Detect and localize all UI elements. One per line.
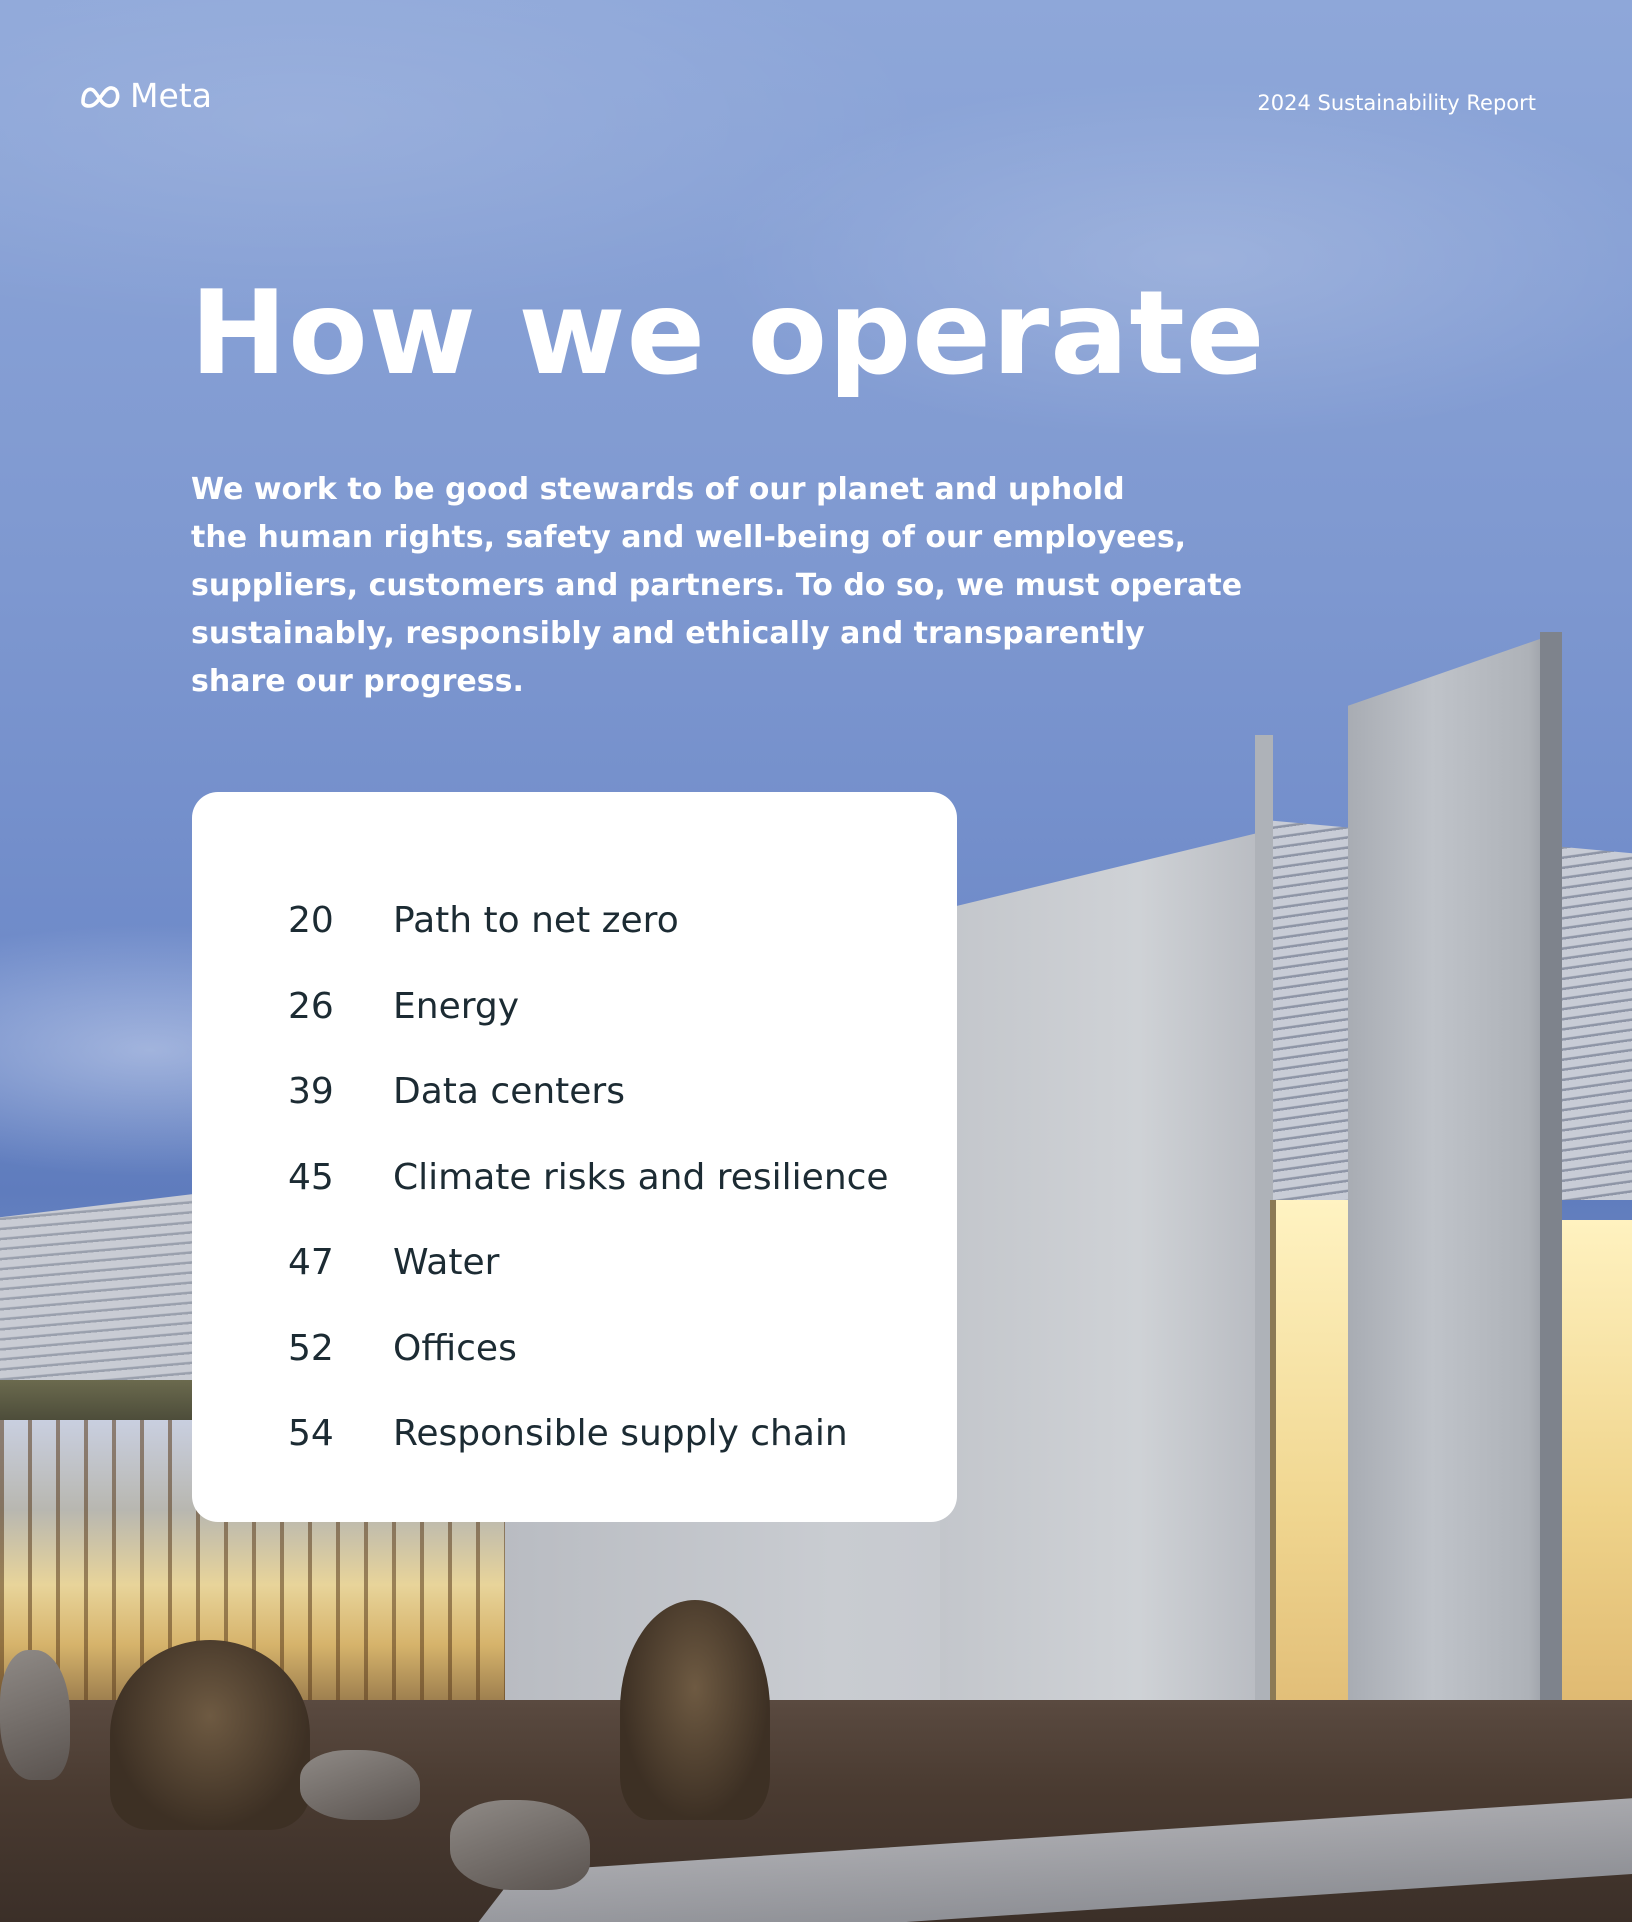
rock xyxy=(450,1800,590,1890)
toc-page-number: 39 xyxy=(288,1071,334,1113)
toc-item-climate-risks[interactable]: 45 Climate risks and resilience xyxy=(192,1135,957,1221)
toc-page-number: 52 xyxy=(288,1327,334,1369)
toc-label: Water xyxy=(393,1242,500,1284)
toc-label: Energy xyxy=(393,985,520,1027)
toc-item-path-to-net-zero[interactable]: 20 Path to net zero xyxy=(192,878,957,964)
toc-label: Offices xyxy=(393,1327,517,1369)
toc-label: Responsible supply chain xyxy=(393,1413,848,1455)
rock xyxy=(0,1650,70,1780)
brand-name: Meta xyxy=(130,76,212,115)
toc-page-number: 54 xyxy=(288,1413,334,1455)
intro-line: sustainably, responsibly and ethically a… xyxy=(191,616,1145,651)
shrub xyxy=(620,1600,770,1820)
intro-line: suppliers, customers and partners. To do… xyxy=(191,568,1243,603)
intro-line: the human rights, safety and well-being … xyxy=(191,520,1187,555)
report-title: 2024 Sustainability Report xyxy=(1257,91,1536,115)
toc-page-number: 47 xyxy=(288,1242,334,1284)
meta-logo: Meta xyxy=(78,76,212,115)
intro-line: share our progress. xyxy=(191,664,524,699)
toc-page-number: 45 xyxy=(288,1156,334,1198)
building-concrete-tower xyxy=(1348,632,1560,1862)
building-concrete-tower-side xyxy=(1540,632,1562,1862)
page-title: How we operate xyxy=(190,266,1266,401)
toc-label: Climate risks and resilience xyxy=(393,1156,889,1198)
meta-infinity-icon xyxy=(78,82,122,110)
table-of-contents: 20 Path to net zero 26 Energy 39 Data ce… xyxy=(192,792,957,1522)
toc-item-energy[interactable]: 26 Energy xyxy=(192,964,957,1050)
toc-label: Path to net zero xyxy=(393,900,679,942)
toc-page-number: 26 xyxy=(288,985,334,1027)
toc-label: Data centers xyxy=(393,1071,625,1113)
toc-item-offices[interactable]: 52 Offices xyxy=(192,1306,957,1392)
toc-item-data-centers[interactable]: 39 Data centers xyxy=(192,1049,957,1135)
toc-item-responsible-supply-chain[interactable]: 54 Responsible supply chain xyxy=(192,1391,957,1477)
toc-item-water[interactable]: 47 Water xyxy=(192,1220,957,1306)
shrub xyxy=(110,1640,310,1830)
intro-paragraph: We work to be good stewards of our plane… xyxy=(191,466,1243,706)
rock xyxy=(300,1750,420,1820)
building-concrete-fin xyxy=(940,830,1270,1830)
intro-line: We work to be good stewards of our plane… xyxy=(191,472,1125,507)
toc-page-number: 20 xyxy=(288,900,334,942)
